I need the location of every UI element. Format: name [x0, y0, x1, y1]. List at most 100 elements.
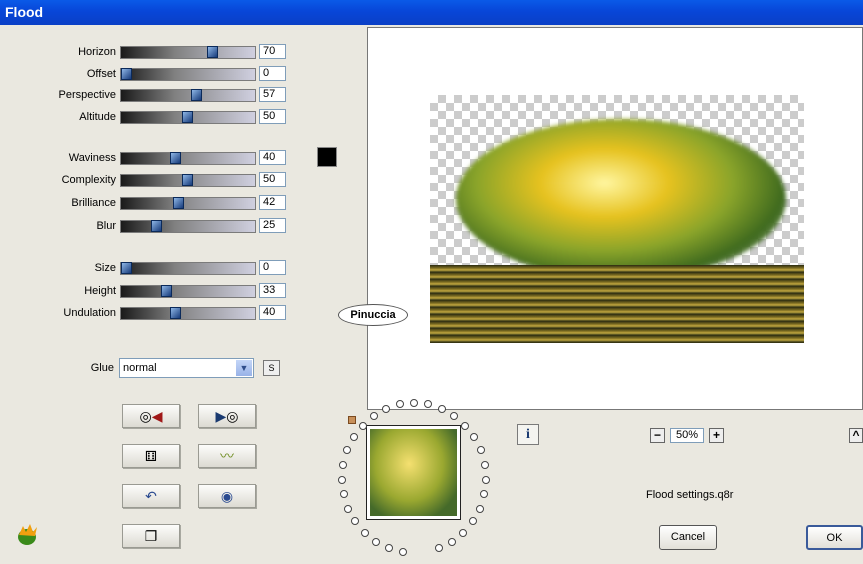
slider-thumb[interactable] [173, 197, 184, 209]
ring-dot [480, 490, 489, 499]
ring-dot [480, 460, 489, 469]
glue-label: Glue [90, 362, 114, 374]
play-reverse-icon: ◎◀ [139, 408, 163, 424]
wave-button[interactable]: 〰 [198, 444, 256, 468]
blur-value-field[interactable]: 25 [259, 218, 286, 233]
zoom-out-button[interactable]: − [650, 428, 665, 443]
complexity-value-field[interactable]: 50 [259, 172, 286, 187]
param-label: Size [94, 262, 116, 274]
ring-dot [369, 411, 378, 420]
ring-dot [475, 504, 484, 513]
param-row: Blur [0, 219, 116, 235]
preview-pane[interactable] [367, 27, 863, 410]
zoom-in-button[interactable]: + [709, 428, 724, 443]
offset-value-field[interactable]: 0 [259, 66, 286, 81]
undulation-value-field[interactable]: 40 [259, 305, 286, 320]
cancel-button[interactable]: Cancel [659, 525, 717, 550]
horizon-value-field[interactable]: 70 [259, 44, 286, 59]
ring-dot [382, 404, 391, 413]
ring-dot [338, 475, 347, 484]
slider-thumb[interactable] [170, 307, 181, 319]
slider-thumb[interactable] [182, 174, 193, 186]
navigator-thumbnail[interactable] [366, 425, 461, 520]
page-icon: ❐ [144, 528, 158, 544]
param-row: Brilliance [0, 196, 116, 212]
height-slider[interactable] [120, 285, 256, 298]
preview-image [430, 95, 804, 343]
copy-button[interactable]: ❐ [122, 524, 180, 548]
param-label: Horizon [78, 46, 116, 58]
ring-dot [384, 544, 393, 553]
chevron-down-icon[interactable]: ▼ [236, 360, 252, 376]
slider-thumb[interactable] [170, 152, 181, 164]
title-bar: Flood [0, 0, 863, 25]
ring-dot [470, 433, 479, 442]
size-slider[interactable] [120, 262, 256, 275]
ring-dot [351, 517, 360, 526]
height-value-field[interactable]: 33 [259, 283, 286, 298]
undo-button[interactable]: ↶ [122, 484, 180, 508]
slider-thumb[interactable] [151, 220, 162, 232]
slider-thumb[interactable] [182, 111, 193, 123]
waviness-slider[interactable] [120, 152, 256, 165]
color-swatch[interactable] [317, 147, 337, 167]
size-value-field[interactable]: 0 [259, 260, 286, 275]
circle-icon: ◉ [220, 488, 234, 504]
slider-thumb[interactable] [161, 285, 172, 297]
play-forward-button[interactable]: ▶◎ [198, 404, 256, 428]
param-row: Horizon [0, 45, 116, 61]
ring-dot [344, 504, 353, 513]
param-label: Undulation [63, 307, 116, 319]
slider-thumb[interactable] [191, 89, 202, 101]
param-label: Waviness [68, 152, 116, 164]
ring-dot [343, 446, 352, 455]
undulation-slider[interactable] [120, 307, 256, 320]
offset-slider[interactable] [120, 68, 256, 81]
param-row: Height [0, 284, 116, 300]
altitude-value-field[interactable]: 50 [259, 109, 286, 124]
slider-thumb[interactable] [207, 46, 218, 58]
perspective-value-field[interactable]: 57 [259, 87, 286, 102]
param-label: Blur [96, 220, 116, 232]
ring-dot [447, 537, 456, 546]
param-row: Altitude [0, 110, 116, 126]
collapse-button[interactable]: ^ [849, 428, 863, 443]
ring-dot [360, 528, 369, 537]
param-label: Offset [86, 68, 116, 80]
param-label: Perspective [58, 89, 116, 101]
param-row: Complexity [0, 173, 116, 189]
param-label: Height [84, 285, 116, 297]
complexity-slider[interactable] [120, 174, 256, 187]
param-label: Complexity [61, 174, 116, 186]
brilliance-value-field[interactable]: 42 [259, 195, 286, 210]
navigator-handle[interactable] [348, 416, 356, 424]
undo-icon: ↶ [145, 488, 157, 504]
slider-thumb[interactable] [121, 68, 132, 80]
play-reverse-button[interactable]: ◎◀ [122, 404, 180, 428]
reset-button[interactable]: ◉ [198, 484, 256, 508]
ring-dot [339, 490, 348, 499]
settings-filename: Flood settings.q8r [646, 489, 734, 501]
param-row: Waviness [0, 151, 116, 167]
ring-dot [398, 548, 407, 557]
random-button[interactable]: ⚅ [122, 444, 180, 468]
signature-badge: Pinuccia [338, 304, 408, 326]
blur-slider[interactable] [120, 220, 256, 233]
slider-thumb[interactable] [121, 262, 132, 274]
horizon-slider[interactable] [120, 46, 256, 59]
ring-dot [476, 446, 485, 455]
glue-save-button[interactable]: S [263, 360, 280, 376]
glue-select[interactable]: normal ▼ [119, 358, 254, 378]
ok-button[interactable]: OK [806, 525, 863, 550]
perspective-slider[interactable] [120, 89, 256, 102]
ring-dot [461, 421, 470, 430]
altitude-slider[interactable] [120, 111, 256, 124]
brilliance-slider[interactable] [120, 197, 256, 210]
ring-dot [372, 537, 381, 546]
glue-value: normal [123, 362, 157, 374]
wave-icon: 〰 [220, 448, 234, 464]
ring-dot [459, 528, 468, 537]
ring-dot [437, 404, 446, 413]
info-button[interactable]: i [517, 424, 539, 445]
waviness-value-field[interactable]: 40 [259, 150, 286, 165]
